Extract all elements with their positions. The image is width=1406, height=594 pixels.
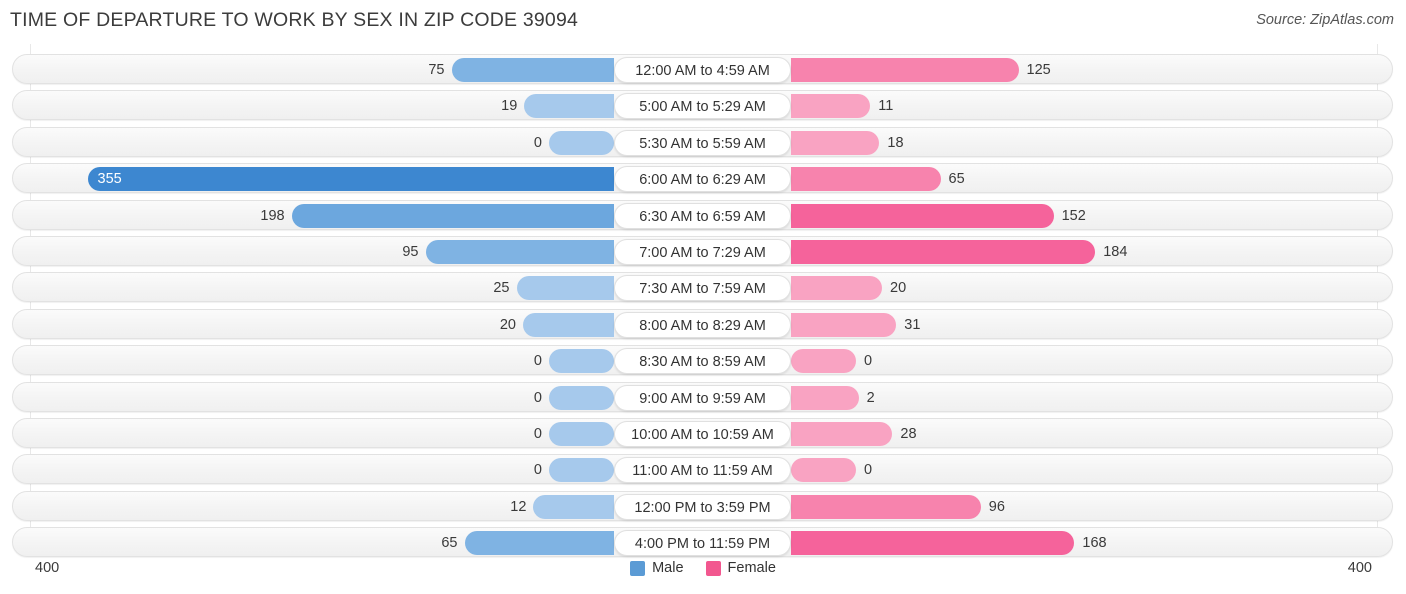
legend-item-male[interactable]: Male (630, 560, 684, 576)
plot-area: 75 12:00 AM to 4:59 AM 125 19 5:00 AM to 5:2… (0, 44, 1406, 558)
category-pill: 8:00 AM to 8:29 AM (614, 311, 791, 338)
value-label-male: 0 (533, 353, 542, 370)
value-label-female: 96 (988, 498, 1005, 515)
chart-header: TIME OF DEPARTURE TO WORK BY SEX IN ZIP … (0, 0, 1406, 44)
value-label-female: 11 (878, 98, 894, 115)
bar-female[interactable] (791, 276, 882, 301)
bar-female[interactable] (791, 422, 893, 446)
value-label-female: 0 (864, 462, 873, 479)
chart-row[interactable]: 0 9:00 AM to 9:59 AM 2 (12, 381, 1393, 412)
value-label-female: 31 (904, 316, 921, 333)
value-label-male: 75 (428, 62, 445, 78)
value-label-male: 25 (493, 280, 510, 297)
bar-female[interactable] (791, 203, 1054, 228)
bar-female[interactable] (791, 458, 856, 483)
legend-item-female[interactable]: Female (705, 560, 776, 576)
value-label-female: 184 (1103, 244, 1128, 260)
category-pill: 4:00 PM to 11:59 PM (614, 530, 791, 557)
chart-footer: 400 400 Male Female (0, 552, 1406, 594)
value-label-male: 0 (533, 389, 542, 406)
chart-row[interactable]: 0 11:00 AM to 11:59 AM 0 (12, 454, 1393, 485)
bar-male[interactable] (425, 240, 614, 264)
bar-female[interactable] (791, 58, 1019, 82)
bar-male[interactable] (524, 94, 614, 119)
value-label-male: 198 (260, 207, 285, 224)
chart-row[interactable]: 25 7:30 AM to 7:59 AM 20 (12, 272, 1393, 303)
value-label-male: 0 (533, 462, 542, 479)
chart-row[interactable]: 95 7:00 AM to 7:29 AM 184 (12, 236, 1393, 266)
bar-male[interactable] (549, 130, 614, 155)
chart-row[interactable]: 20 8:00 AM to 8:29 AM 31 (12, 308, 1393, 339)
chart-row[interactable]: 0 10:00 AM to 10:59 AM 28 (12, 418, 1393, 448)
value-label-female: 65 (948, 171, 965, 188)
category-pill: 12:00 AM to 4:59 AM (614, 57, 791, 83)
value-label-female: 125 (1026, 62, 1051, 78)
page-title: TIME OF DEPARTURE TO WORK BY SEX IN ZIP … (10, 9, 579, 31)
value-label-female: 18 (887, 134, 904, 151)
value-label-female: 152 (1061, 207, 1086, 224)
category-pill: 6:00 AM to 6:29 AM (614, 166, 791, 193)
bar-female[interactable] (791, 349, 856, 374)
bar-male[interactable] (451, 58, 614, 82)
category-pill: 9:00 AM to 9:59 AM (614, 384, 791, 411)
chart-row[interactable]: 198 6:30 AM to 6:59 AM 152 (12, 199, 1393, 230)
bar-female[interactable] (791, 494, 981, 519)
value-label-male: 20 (499, 316, 516, 333)
bar-male[interactable] (549, 349, 614, 374)
bar-male[interactable] (516, 276, 614, 301)
legend: Male Female (0, 560, 1406, 576)
value-label-male: 0 (533, 134, 542, 151)
legend-label-male: Male (652, 560, 684, 576)
bar-female[interactable] (791, 167, 941, 192)
category-pill: 10:00 AM to 10:59 AM (614, 421, 791, 447)
category-pill: 6:30 AM to 6:59 AM (614, 202, 791, 229)
legend-swatch-female-icon (705, 560, 721, 576)
bar-male[interactable] (523, 312, 614, 337)
category-pill: 5:00 AM to 5:29 AM (614, 93, 791, 120)
value-label-male: 12 (510, 498, 527, 515)
value-label-male: 355 (97, 171, 122, 188)
bar-female[interactable] (791, 240, 1096, 264)
bar-male[interactable] (291, 203, 614, 228)
bar-male[interactable] (549, 458, 614, 483)
legend-label-female: Female (727, 560, 776, 576)
bar-male[interactable] (549, 422, 614, 446)
chart-row[interactable]: 0 5:30 AM to 5:59 AM 18 (12, 126, 1393, 157)
chart-row[interactable]: 0 8:30 AM to 8:59 AM 0 (12, 345, 1393, 376)
chart-row[interactable]: 355 6:00 AM to 6:29 AM 65 (12, 163, 1393, 194)
value-label-male: 0 (533, 426, 542, 442)
category-pill: 7:30 AM to 7:59 AM (614, 275, 791, 302)
chart-row[interactable]: 75 12:00 AM to 4:59 AM 125 (12, 54, 1393, 84)
legend-swatch-male-icon (630, 560, 646, 576)
category-pill: 7:00 AM to 7:29 AM (614, 239, 791, 265)
value-label-female: 0 (864, 353, 873, 370)
value-label-male: 19 (501, 98, 518, 115)
category-pill: 8:30 AM to 8:59 AM (614, 348, 791, 375)
value-label-female: 2 (866, 389, 875, 406)
bar-female[interactable] (791, 94, 871, 119)
category-pill: 5:30 AM to 5:59 AM (614, 129, 791, 156)
chart-root: TIME OF DEPARTURE TO WORK BY SEX IN ZIP … (0, 0, 1406, 594)
category-pill: 11:00 AM to 11:59 AM (614, 457, 791, 484)
source-label: Source: ZipAtlas.com (1256, 12, 1394, 28)
value-label-male: 95 (402, 244, 419, 260)
value-label-female: 28 (900, 426, 917, 442)
bar-male[interactable] (87, 167, 614, 192)
bar-male[interactable] (533, 494, 614, 519)
bar-female[interactable] (791, 312, 897, 337)
bar-female[interactable] (791, 385, 859, 410)
bar-male[interactable] (549, 385, 614, 410)
chart-row[interactable]: 12 12:00 PM to 3:59 PM 96 (12, 490, 1393, 521)
chart-row[interactable]: 19 5:00 AM to 5:29 AM 11 (12, 90, 1393, 121)
value-label-female: 20 (890, 280, 907, 297)
bar-female[interactable] (791, 130, 880, 155)
category-pill: 12:00 PM to 3:59 PM (614, 493, 791, 520)
